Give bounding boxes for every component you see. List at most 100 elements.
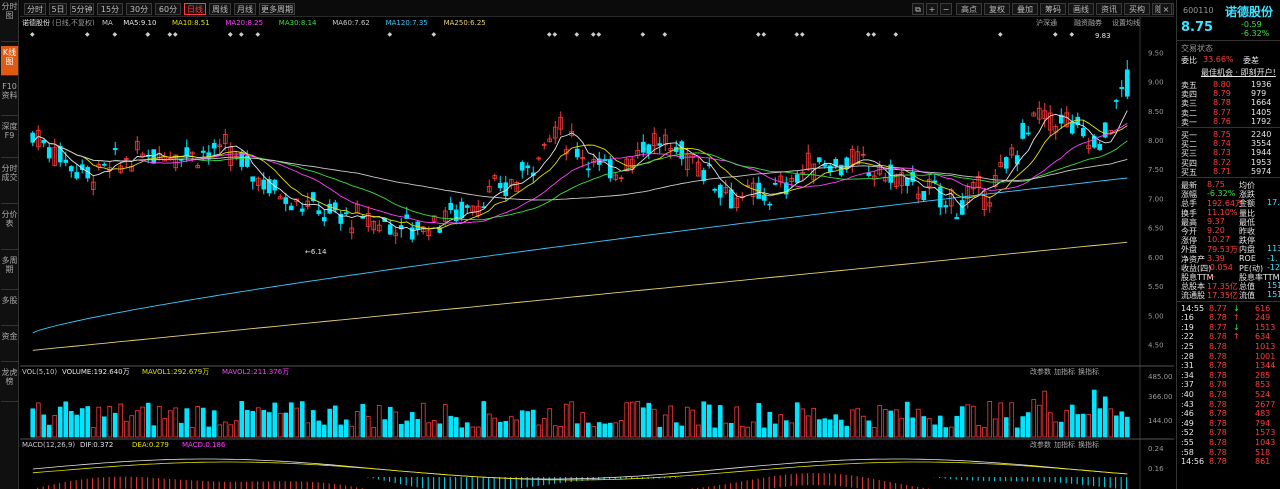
zoom-out-icon[interactable]: − <box>940 3 952 15</box>
event-marker[interactable]: ◆ <box>432 31 437 38</box>
event-marker[interactable]: ◆ <box>1053 31 1058 38</box>
event-marker[interactable]: ◆ <box>641 31 646 38</box>
ma-legend-0: MA <box>102 19 113 27</box>
left-tab-1[interactable]: K线图 <box>1 46 18 76</box>
volume-bar <box>74 414 80 438</box>
ask-volume-1: 979 <box>1251 89 1267 99</box>
macd-bar <box>955 477 957 480</box>
period-tab-9[interactable]: 更多周期 <box>259 3 295 15</box>
period-tab-2[interactable]: 5分钟 <box>70 3 94 15</box>
event-marker[interactable]: ◆ <box>553 31 558 38</box>
left-tab-3[interactable]: 深度F9 <box>1 120 18 158</box>
left-tab-6[interactable]: 多周期 <box>1 254 18 290</box>
event-marker[interactable]: ◆ <box>872 31 877 38</box>
top-link-0[interactable]: 沪深通 <box>1036 18 1057 27</box>
event-marker[interactable]: ◆ <box>663 31 668 38</box>
event-marker[interactable]: ◆ <box>795 31 800 38</box>
vol-tool-1[interactable]: 加指标 <box>1054 367 1075 376</box>
left-tab-8[interactable]: 资金 <box>1 330 18 362</box>
macd-tool-0[interactable]: 改参数 <box>1030 440 1051 449</box>
period-tab-6[interactable]: 日线 <box>184 3 206 15</box>
tool-button-2[interactable]: 叠加 <box>1012 3 1038 15</box>
tick-time-12: :49 <box>1181 418 1194 428</box>
macd-bar <box>75 480 77 489</box>
volume-bar <box>816 419 822 438</box>
event-marker[interactable]: ◆ <box>998 31 1003 38</box>
left-tab-2[interactable]: F10资料 <box>1 80 18 116</box>
left-tab-0[interactable]: 分时图 <box>1 0 18 42</box>
chart-subtitle: (日线,不复权) <box>52 18 95 27</box>
period-tab-4[interactable]: 30分钟 <box>126 3 152 26</box>
macd-bar <box>895 482 897 489</box>
macd-bar <box>999 477 1001 482</box>
macd-tool-2[interactable]: 换指标 <box>1078 440 1099 449</box>
tool-button-3[interactable]: 筹码 <box>1040 3 1066 15</box>
zoom-in-icon[interactable]: + <box>926 3 938 15</box>
divider <box>1177 177 1280 178</box>
candle-body <box>640 141 646 153</box>
event-marker[interactable]: ◆ <box>762 31 767 38</box>
event-marker[interactable]: ◆ <box>800 31 805 38</box>
period-tab-8[interactable]: 月线 <box>234 3 256 15</box>
event-marker[interactable]: ◆ <box>168 31 173 38</box>
volume-bar <box>783 420 789 438</box>
event-marker[interactable]: ◆ <box>575 31 580 38</box>
volume-bar <box>41 414 47 438</box>
tool-button-1[interactable]: 复权 <box>984 3 1010 15</box>
event-marker[interactable]: ◆ <box>113 31 118 38</box>
tool-button-0[interactable]: 高点 <box>956 3 982 15</box>
top-link-2[interactable]: 设置均线 <box>1112 18 1140 27</box>
stat-value2-2: 17. <box>1267 198 1280 208</box>
left-tab-9[interactable]: 龙虎榜 <box>1 366 18 402</box>
macd-bar <box>1076 477 1078 485</box>
period-tab-5[interactable]: 60分钟 <box>155 3 181 26</box>
macd-bar <box>988 477 990 481</box>
event-marker[interactable]: ◆ <box>1070 31 1075 38</box>
event-marker[interactable]: ◆ <box>146 31 151 38</box>
macd-bar <box>53 484 55 489</box>
period-tab-7[interactable]: 周线 <box>209 3 231 15</box>
volume-bar <box>321 424 327 438</box>
close-icon[interactable]: × <box>1160 3 1172 15</box>
macd-bar <box>554 477 556 484</box>
macd-bar <box>669 477 671 479</box>
left-tab-4[interactable]: 分时成交 <box>1 162 18 204</box>
event-marker[interactable]: ◆ <box>173 31 178 38</box>
event-marker[interactable]: ◆ <box>894 31 899 38</box>
left-tab-5[interactable]: 分价表 <box>1 208 18 250</box>
toolbar-icon-1[interactable]: ⧉ <box>912 3 924 15</box>
period-tab-0[interactable]: 分时 <box>24 3 46 15</box>
ma-legend-1: MA5:9.10 <box>123 19 156 27</box>
tool-button-5[interactable]: 资讯 <box>1096 3 1122 15</box>
vol-tool-2[interactable]: 换指标 <box>1078 367 1099 376</box>
event-marker[interactable]: ◆ <box>597 31 602 38</box>
volume-bar <box>761 427 767 438</box>
event-marker[interactable]: ◆ <box>85 31 90 38</box>
event-marker[interactable]: ◆ <box>591 31 596 38</box>
event-marker[interactable]: ◆ <box>547 31 552 38</box>
macd-bar <box>675 477 677 478</box>
tool-button-4[interactable]: 画线 <box>1068 3 1094 15</box>
tool-button-6[interactable]: 买构 <box>1124 3 1150 15</box>
macd-bar <box>1109 477 1111 488</box>
candle-body <box>1020 122 1026 139</box>
kline-chart[interactable]: 诺德股份 (日线,不复权) MA MA5:9.10 MA10:8.51 MA20:8.25… <box>20 17 1174 489</box>
vol-tool-0[interactable]: 改参数 <box>1030 367 1051 376</box>
top-link-1[interactable]: 融资融券 <box>1074 18 1102 27</box>
macd-bar <box>807 473 809 486</box>
macd-tool-1[interactable]: 加指标 <box>1054 440 1075 449</box>
macd-bar <box>257 481 259 489</box>
event-marker[interactable]: ◆ <box>256 31 261 38</box>
left-tab-7[interactable]: 多股 <box>1 294 18 326</box>
period-tab-3[interactable]: 15分钟 <box>97 3 123 26</box>
period-tab-1[interactable]: 5日 <box>49 3 67 15</box>
candle-body <box>239 152 245 167</box>
event-marker[interactable]: ◆ <box>30 31 35 38</box>
vol-tick-2: 144.00 <box>1148 417 1173 425</box>
event-marker[interactable]: ◆ <box>239 31 244 38</box>
event-marker[interactable]: ◆ <box>388 31 393 38</box>
event-marker[interactable]: ◆ <box>756 31 761 38</box>
volume-bar <box>338 424 344 438</box>
event-marker[interactable]: ◆ <box>866 31 871 38</box>
event-marker[interactable]: ◆ <box>228 31 233 38</box>
